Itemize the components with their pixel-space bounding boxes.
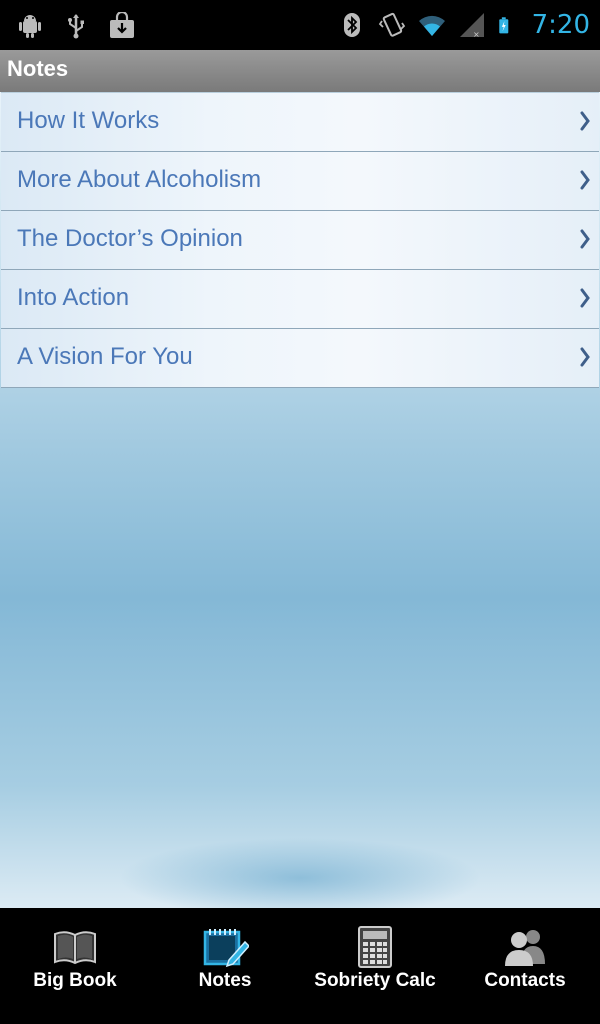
page-title: Notes [7, 56, 69, 81]
status-bar: × 7:20 [0, 0, 600, 50]
list-item-how-it-works[interactable]: How It Works [1, 92, 599, 152]
contacts-icon [505, 930, 545, 966]
chevron-right-icon [580, 111, 590, 131]
tab-notes[interactable]: Notes [150, 908, 300, 1024]
bluetooth-icon [343, 13, 360, 37]
tab-label: Sobriety Calc [314, 970, 436, 991]
notes-list: How It Works More About Alcoholism The D… [0, 92, 600, 388]
wifi-icon [418, 15, 445, 36]
list-item-more-about-alcoholism[interactable]: More About Alcoholism [1, 152, 599, 211]
notes-content: How It Works More About Alcoholism The D… [0, 92, 600, 908]
calculator-icon [358, 926, 392, 968]
notification-icons [16, 12, 136, 40]
list-item-label: How It Works [17, 107, 160, 134]
book-icon [54, 931, 96, 965]
signal-icon: × [459, 13, 484, 39]
list-item-label: Into Action [17, 284, 130, 311]
chevron-right-icon [580, 288, 590, 308]
tab-sobriety-calc[interactable]: Sobriety Calc [300, 908, 450, 1024]
tab-label: Big Book [33, 970, 117, 991]
chevron-right-icon [580, 347, 590, 367]
tab-label: Contacts [484, 970, 566, 991]
vibrate-icon [378, 12, 405, 37]
tab-label: Notes [198, 970, 252, 991]
list-item-doctors-opinion[interactable]: The Doctor’s Opinion [1, 211, 599, 270]
notepad-icon [203, 929, 249, 968]
title-bar: Notes [0, 50, 600, 93]
battery-icon [498, 17, 508, 34]
list-item-label: More About Alcoholism [17, 166, 262, 193]
download-icon [110, 12, 134, 38]
svg-text:×: × [473, 30, 480, 39]
list-item-label: The Doctor’s Opinion [17, 225, 243, 252]
usb-icon [68, 14, 84, 39]
tab-contacts[interactable]: Contacts [450, 908, 600, 1024]
tab-big-book[interactable]: Big Book [0, 908, 150, 1024]
list-item-into-action[interactable]: Into Action [1, 270, 599, 329]
chevron-right-icon [580, 229, 590, 249]
list-item-label: A Vision For You [17, 343, 193, 370]
chevron-right-icon [580, 170, 590, 190]
clock: 7:20 [531, 10, 590, 40]
system-icons: × 7:20 [338, 8, 590, 42]
android-debug-icon [19, 15, 41, 38]
bottom-tab-bar: Big Book Notes Sobriety Calc Contacts [0, 908, 600, 1024]
list-item-vision-for-you[interactable]: A Vision For You [1, 329, 599, 388]
